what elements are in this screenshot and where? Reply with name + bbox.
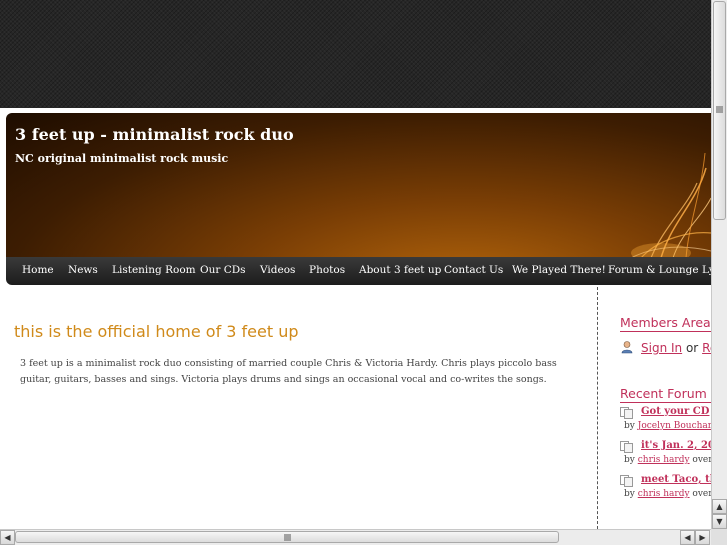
nav-item-photos[interactable]: Photos (309, 264, 345, 276)
site-tagline: NC original minimalist rock music (15, 152, 229, 165)
column-divider (597, 287, 598, 529)
nav-item-our-cds[interactable]: Our CDs (200, 264, 246, 276)
nav-item-news[interactable]: News (68, 264, 98, 276)
forum-post-title[interactable]: it's Jan. 2, 2010 (641, 440, 711, 451)
nav-item-videos[interactable]: Videos (260, 264, 295, 276)
vertical-scrollbar-thumb[interactable] (713, 1, 726, 220)
scroll-right-button[interactable]: ▶ (695, 530, 710, 545)
forum-post-by: by (624, 489, 635, 499)
forum-post-author[interactable]: chris hardy (638, 455, 690, 465)
forum-post-meta: by chris hardy over a (624, 489, 711, 499)
grip-icon (284, 534, 291, 541)
forum-post-time: over a (692, 455, 711, 465)
members-area-heading: Members Area (620, 315, 711, 332)
forum-post-by: by (624, 421, 635, 431)
nav-item-forum-lounge[interactable]: Forum & Lounge (608, 264, 699, 276)
scroll-left-button[interactable]: ◀ (680, 530, 695, 545)
grip-icon (716, 106, 723, 113)
recent-forum-posts-heading: Recent Forum P (620, 386, 711, 403)
forum-post-time: over a (692, 489, 711, 499)
main-navigation: Home News Listening Room Our CDs Videos … (6, 257, 711, 285)
forum-post-icon (620, 475, 633, 487)
site-header: 3 feet up - minimalist rock duo NC origi… (6, 113, 711, 258)
horizontal-scrollbar-thumb[interactable] (15, 531, 559, 543)
browser-viewport: 3 feet up - minimalist rock duo NC origi… (0, 0, 711, 529)
or-text: or (685, 341, 699, 355)
nav-item-contact-us[interactable]: Contact Us (444, 264, 503, 276)
forum-post-icon (620, 441, 633, 453)
scroll-left-button[interactable]: ◀ (0, 530, 15, 545)
user-icon (621, 341, 633, 354)
scroll-down-button[interactable]: ▼ (712, 514, 727, 529)
nav-item-home[interactable]: Home (22, 264, 54, 276)
scrollbar-corner (711, 529, 727, 545)
swirl-decoration (630, 152, 711, 258)
nav-item-about[interactable]: About 3 feet up (359, 264, 441, 276)
forum-post-icon (620, 407, 633, 419)
nav-item-we-played-there[interactable]: We Played There! (512, 264, 606, 276)
forum-post-author[interactable]: chris hardy (638, 489, 690, 499)
forum-post-meta: by Jocelyn Bouchard (624, 421, 711, 431)
nav-item-listening-room[interactable]: Listening Room (112, 264, 196, 276)
forum-post-meta: by chris hardy over a (624, 455, 711, 465)
scroll-up-button[interactable]: ▲ (712, 499, 727, 514)
main-heading: this is the official home of 3 feet up (14, 322, 299, 341)
forum-post-by: by (624, 455, 635, 465)
forum-post-title[interactable]: meet Taco, the (641, 474, 711, 485)
site-title[interactable]: 3 feet up - minimalist rock duo (15, 125, 294, 144)
nav-item-ly[interactable]: Ly (702, 264, 711, 276)
login-line: Sign In or Re (641, 341, 711, 355)
forum-post-author[interactable]: Jocelyn Bouchard (638, 421, 711, 431)
sign-in-link[interactable]: Sign In (641, 341, 682, 355)
register-link[interactable]: Re (702, 341, 711, 355)
intro-text: 3 feet up is a minimalist rock duo consi… (20, 358, 557, 385)
forum-post-title[interactable]: Got your CD (641, 406, 709, 417)
